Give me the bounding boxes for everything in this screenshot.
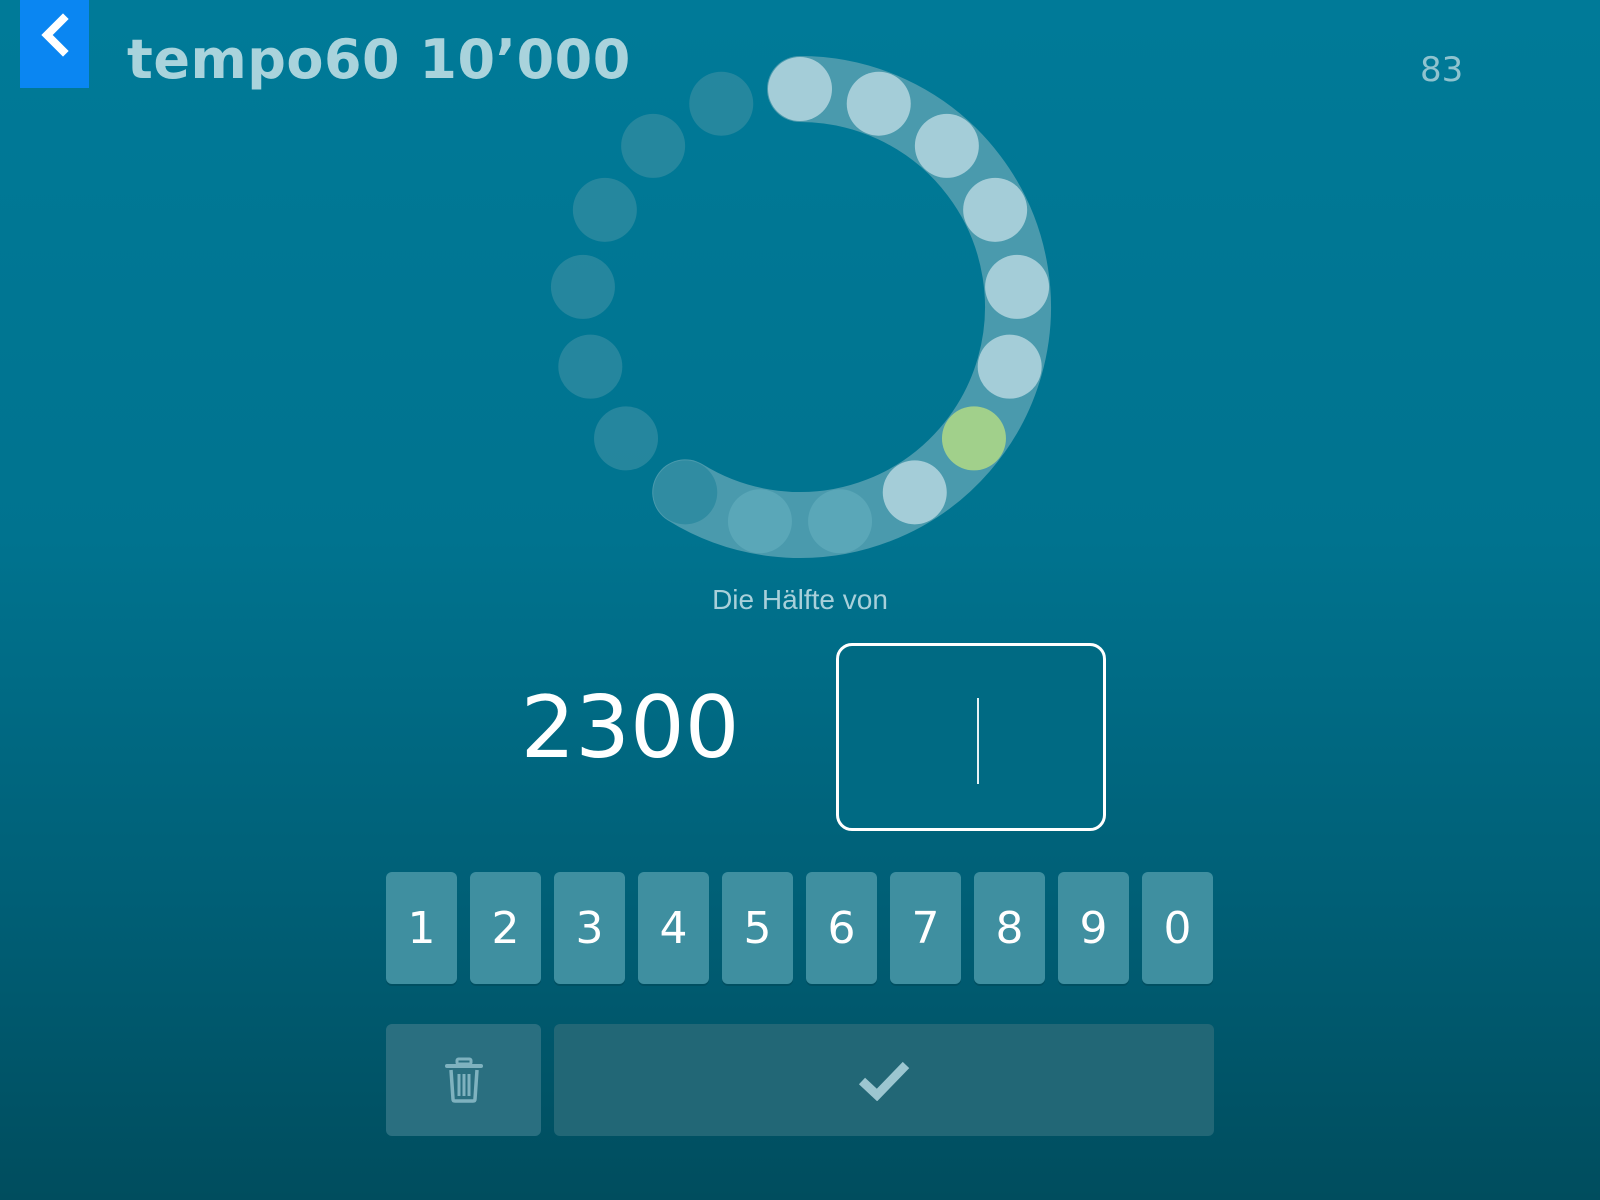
checkmark-icon (858, 1061, 910, 1101)
progress-dot (941, 406, 1006, 471)
progress-dot (914, 113, 979, 178)
progress-dot (963, 177, 1028, 242)
key-0[interactable]: 0 (1142, 872, 1213, 984)
task-prompt: Die Hälfte von (712, 584, 888, 615)
trash-icon (444, 1057, 483, 1103)
progress-dot (977, 334, 1042, 399)
key-7[interactable]: 7 (890, 872, 961, 984)
key-1[interactable]: 1 (386, 872, 457, 984)
key-6[interactable]: 6 (806, 872, 877, 984)
key-3[interactable]: 3 (554, 872, 625, 984)
progress-dot (985, 254, 1050, 319)
progress-dot (558, 334, 623, 399)
key-9[interactable]: 9 (1058, 872, 1129, 984)
key-8[interactable]: 8 (974, 872, 1045, 984)
progress-dot (689, 71, 754, 136)
key-2[interactable]: 2 (470, 872, 541, 984)
number-keypad: 1 2 3 4 5 6 7 8 9 0 (386, 872, 1214, 984)
submit-button[interactable] (554, 1024, 1214, 1136)
key-5[interactable]: 5 (722, 872, 793, 984)
progress-dot (846, 71, 911, 136)
progress-ring (550, 56, 1051, 558)
progress-dot (621, 113, 686, 178)
task-number: 2300 (520, 678, 740, 778)
progress-dot (882, 460, 947, 525)
key-4[interactable]: 4 (638, 872, 709, 984)
progress-dot (572, 177, 637, 242)
text-caret (977, 698, 979, 784)
progress-dot (653, 460, 718, 525)
answer-input[interactable] (836, 643, 1106, 831)
progress-dot (768, 57, 832, 121)
progress-dot (550, 254, 615, 319)
progress-dot (808, 489, 873, 554)
delete-button[interactable] (386, 1024, 541, 1136)
progress-dot (727, 489, 792, 554)
progress-dot (594, 406, 659, 471)
